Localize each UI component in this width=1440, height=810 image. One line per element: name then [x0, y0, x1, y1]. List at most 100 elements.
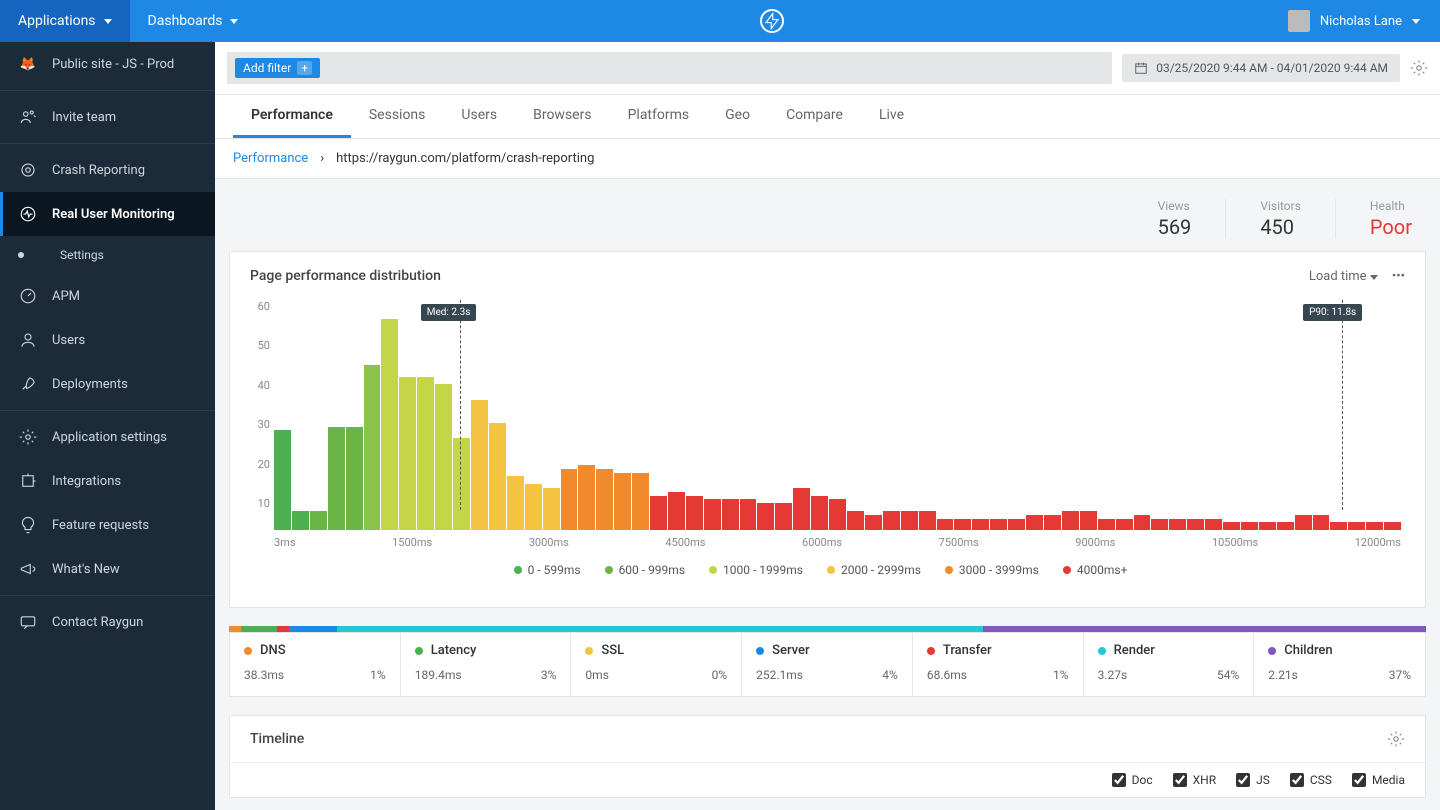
checkbox[interactable]	[1352, 773, 1366, 787]
timeline-check-doc[interactable]: Doc	[1112, 773, 1153, 787]
breadcrumb-root[interactable]: Performance	[233, 151, 308, 166]
histogram-bar[interactable]	[274, 430, 291, 530]
date-range-picker[interactable]: 03/25/2020 9:44 AM - 04/01/2020 9:44 AM	[1122, 54, 1400, 82]
checkbox[interactable]	[1290, 773, 1304, 787]
sidebar-item-invite[interactable]: Invite team	[0, 95, 215, 139]
legend-item[interactable]: 1000 - 1999ms	[709, 563, 803, 577]
histogram-bar[interactable]	[310, 511, 327, 530]
tab-platforms[interactable]: Platforms	[610, 95, 708, 138]
tab-sessions[interactable]: Sessions	[351, 95, 444, 138]
chevron-down-icon[interactable]	[1412, 19, 1420, 24]
histogram-bar[interactable]	[1366, 522, 1383, 530]
sidebar-item-integrations[interactable]: Integrations	[0, 459, 215, 503]
histogram-bar[interactable]	[1008, 519, 1025, 531]
checkbox[interactable]	[1236, 773, 1250, 787]
histogram-bar[interactable]	[1241, 522, 1258, 530]
more-icon[interactable]: •••	[1392, 269, 1405, 284]
histogram-bar[interactable]	[1134, 515, 1151, 530]
histogram-bar[interactable]	[650, 496, 667, 531]
histogram-bar[interactable]	[937, 519, 954, 531]
sidebar-item-crash[interactable]: Crash Reporting	[0, 148, 215, 192]
tab-live[interactable]: Live	[861, 95, 922, 138]
histogram-bar[interactable]	[543, 488, 560, 530]
timeline-check-xhr[interactable]: XHR	[1173, 773, 1216, 787]
histogram-bar[interactable]	[578, 465, 595, 530]
histogram-bar[interactable]	[1277, 522, 1294, 530]
histogram-bar[interactable]	[489, 423, 506, 530]
histogram-bar[interactable]	[507, 476, 524, 530]
applications-menu[interactable]: Applications	[0, 0, 130, 42]
checkbox[interactable]	[1173, 773, 1187, 787]
histogram-bar[interactable]	[1223, 522, 1240, 530]
sidebar-item-feature[interactable]: Feature requests	[0, 503, 215, 547]
tab-users[interactable]: Users	[443, 95, 515, 138]
legend-item[interactable]: 2000 - 2999ms	[827, 563, 921, 577]
sidebar-item-rum[interactable]: Real User Monitoring	[0, 192, 215, 236]
histogram-bar[interactable]	[990, 519, 1007, 531]
histogram-bar[interactable]	[1080, 511, 1097, 530]
metric-cell-transfer[interactable]: Transfer68.6ms1%	[913, 633, 1084, 696]
histogram-bar[interactable]	[775, 503, 792, 530]
histogram-bar[interactable]	[364, 365, 381, 530]
sidebar-item-contact[interactable]: Contact Raygun	[0, 600, 215, 644]
histogram-bar[interactable]	[1026, 515, 1043, 530]
metric-cell-ssl[interactable]: SSL0ms0%	[571, 633, 742, 696]
metric-cell-dns[interactable]: DNS38.3ms1%	[230, 633, 401, 696]
metric-cell-render[interactable]: Render3.27s54%	[1084, 633, 1255, 696]
add-filter-button[interactable]: Add filter +	[235, 58, 320, 78]
histogram-bar[interactable]	[1187, 519, 1204, 531]
histogram-bar[interactable]	[453, 438, 470, 530]
histogram-bar[interactable]	[1205, 519, 1222, 531]
histogram-bar[interactable]	[381, 319, 398, 530]
histogram-bar[interactable]	[1098, 519, 1115, 531]
histogram-bar[interactable]	[722, 499, 739, 530]
histogram-bar[interactable]	[292, 511, 309, 530]
histogram-bar[interactable]	[811, 496, 828, 531]
histogram-bar[interactable]	[972, 519, 989, 531]
histogram-bar[interactable]	[346, 427, 363, 531]
tab-browsers[interactable]: Browsers	[515, 95, 609, 138]
timeline-check-css[interactable]: CSS	[1290, 773, 1332, 787]
metric-cell-children[interactable]: Children2.21s37%	[1254, 633, 1425, 696]
settings-icon[interactable]	[1387, 730, 1405, 748]
histogram-bar[interactable]	[919, 511, 936, 530]
histogram-bar[interactable]	[883, 511, 900, 530]
histogram-bar[interactable]	[1169, 519, 1186, 531]
histogram-bar[interactable]	[417, 377, 434, 530]
timeline-check-media[interactable]: Media	[1352, 773, 1405, 787]
legend-item[interactable]: 4000ms+	[1063, 563, 1128, 577]
checkbox[interactable]	[1112, 773, 1126, 787]
histogram-bar[interactable]	[1348, 522, 1365, 530]
histogram-bar[interactable]	[471, 400, 488, 530]
settings-icon[interactable]	[1410, 59, 1428, 77]
filter-area[interactable]: Add filter +	[227, 52, 1112, 84]
avatar[interactable]	[1288, 10, 1310, 32]
sidebar-item-appsettings[interactable]: Application settings	[0, 415, 215, 459]
histogram-bar[interactable]	[1044, 515, 1061, 530]
legend-item[interactable]: 3000 - 3999ms	[945, 563, 1039, 577]
histogram-bar[interactable]	[740, 499, 757, 530]
histogram-bar[interactable]	[847, 511, 864, 530]
histogram-bar[interactable]	[399, 377, 416, 530]
legend-item[interactable]: 0 - 599ms	[514, 563, 581, 577]
sidebar-item-settings-sub[interactable]: Settings	[0, 236, 215, 274]
histogram-bar[interactable]	[561, 469, 578, 530]
sidebar-item-deployments[interactable]: Deployments	[0, 362, 215, 406]
load-time-selector[interactable]: Load time	[1309, 269, 1378, 284]
tab-performance[interactable]: Performance	[233, 95, 351, 138]
histogram-bar[interactable]	[1295, 515, 1312, 530]
histogram-bar[interactable]	[954, 519, 971, 531]
histogram-bar[interactable]	[328, 427, 345, 531]
histogram-bar[interactable]	[596, 469, 613, 530]
histogram-bar[interactable]	[1062, 511, 1079, 530]
histogram-bar[interactable]	[525, 484, 542, 530]
histogram-bar[interactable]	[614, 473, 631, 531]
timeline-check-js[interactable]: JS	[1236, 773, 1270, 787]
histogram-bar[interactable]	[632, 473, 649, 531]
metric-cell-latency[interactable]: Latency189.4ms3%	[401, 633, 572, 696]
tab-geo[interactable]: Geo	[707, 95, 768, 138]
histogram-bar[interactable]	[829, 499, 846, 530]
sidebar-item-apm[interactable]: APM	[0, 274, 215, 318]
histogram-bar[interactable]	[1259, 522, 1276, 530]
logo-icon[interactable]	[760, 9, 784, 33]
